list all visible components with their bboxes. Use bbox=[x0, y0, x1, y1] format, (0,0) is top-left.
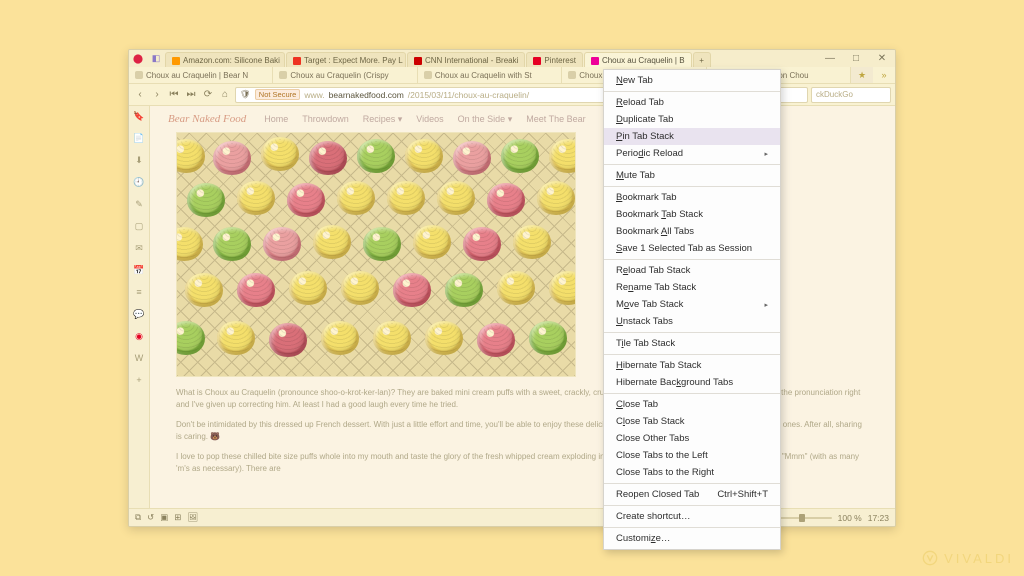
ctx-hibernate-tab-stack[interactable]: Hibernate Tab Stack bbox=[604, 357, 780, 374]
tiling-icon[interactable]: ⊞ bbox=[174, 512, 181, 523]
back-button[interactable]: ‹ bbox=[133, 88, 147, 102]
ctx-close-left[interactable]: Close Tabs to the Left bbox=[604, 447, 780, 464]
new-tab-button[interactable]: + bbox=[693, 52, 711, 67]
ctx-rename-tab-stack[interactable]: Rename Tab Stack bbox=[604, 279, 780, 296]
top-tab-active[interactable]: Choux au Craquelin | B bbox=[584, 52, 692, 67]
sync-icon[interactable]: ↺ bbox=[147, 512, 154, 523]
not-secure-badge: Not Secure bbox=[255, 89, 301, 100]
nav-link[interactable]: Home bbox=[264, 114, 288, 125]
calendar-panel-icon[interactable]: 📅 bbox=[132, 263, 146, 277]
site-nav: Home Throwdown Recipes ▾ Videos On the S… bbox=[264, 114, 585, 125]
nav-link[interactable]: Videos bbox=[416, 114, 443, 125]
window-controls: — □ ✕ bbox=[817, 50, 895, 67]
url-prefix: www. bbox=[304, 90, 324, 100]
webpanel-icon[interactable]: W bbox=[132, 351, 146, 365]
ctx-save-session[interactable]: Save 1 Selected Tab as Session bbox=[604, 240, 780, 257]
minimize-button[interactable]: — bbox=[817, 50, 843, 67]
ctx-move-tab-stack[interactable]: Move Tab Stack▸ bbox=[604, 296, 780, 313]
bookmark-star-icon[interactable]: ★ bbox=[851, 67, 873, 83]
nav-link[interactable]: Throwdown bbox=[302, 114, 349, 125]
search-box[interactable]: ckDuckGo bbox=[811, 87, 891, 103]
vivaldi-watermark: VIVALDI bbox=[922, 550, 1014, 566]
top-tab-row: Amazon.com: Silicone Baki Target : Expec… bbox=[165, 50, 817, 67]
close-button[interactable]: ✕ bbox=[869, 50, 895, 67]
site-logo[interactable]: Bear Naked Food bbox=[168, 113, 246, 125]
extension-icon[interactable]: ◧ bbox=[147, 50, 165, 67]
ctx-hibernate-background[interactable]: Hibernate Background Tabs bbox=[604, 374, 780, 391]
history-panel-icon[interactable]: 🕘 bbox=[132, 175, 146, 189]
image-toggle-icon[interactable]: 🖼 bbox=[187, 512, 198, 523]
ctx-duplicate-tab[interactable]: Duplicate Tab bbox=[604, 111, 780, 128]
page-viewport: Bear Naked Food Home Throwdown Recipes ▾… bbox=[150, 106, 895, 508]
panel-sidebar: 🔖 📄 ⬇ 🕘 ✎ ▢ ✉ 📅 ≡ 💬 ◉ W + bbox=[129, 106, 150, 508]
top-tab[interactable]: Pinterest bbox=[526, 52, 583, 67]
zoom-label: 100 % bbox=[838, 513, 862, 523]
site-header: Bear Naked Food Home Throwdown Recipes ▾… bbox=[150, 106, 895, 132]
ctx-reload-tab[interactable]: Reload Tab bbox=[604, 94, 780, 111]
clock: 17:23 bbox=[868, 513, 889, 523]
ctx-bookmark-tab[interactable]: Bookmark Tab bbox=[604, 189, 780, 206]
ctx-bookmark-tab-stack[interactable]: Bookmark Tab Stack bbox=[604, 206, 780, 223]
add-panel-icon[interactable]: + bbox=[132, 373, 146, 387]
fast-forward-button[interactable]: ⏭ bbox=[184, 88, 198, 102]
webpanel-icon[interactable]: ◉ bbox=[132, 329, 146, 343]
ctx-reopen-closed[interactable]: Reopen Closed TabCtrl+Shift+T bbox=[604, 486, 780, 503]
window-panel-icon[interactable]: ▢ bbox=[132, 219, 146, 233]
notes-panel-icon[interactable]: ✎ bbox=[132, 197, 146, 211]
ctx-create-shortcut[interactable]: Create shortcut… bbox=[604, 508, 780, 525]
maximize-button[interactable]: □ bbox=[843, 50, 869, 67]
reading-list-icon[interactable]: 📄 bbox=[132, 131, 146, 145]
top-tab[interactable]: Target : Expect More. Pay L bbox=[286, 52, 406, 67]
tab-options-icon[interactable]: » bbox=[873, 67, 895, 83]
chat-panel-icon[interactable]: 💬 bbox=[132, 307, 146, 321]
ctx-pin-tab-stack[interactable]: Pin Tab Stack bbox=[604, 128, 780, 145]
nav-link[interactable]: Meet The Bear bbox=[526, 114, 585, 125]
forward-button[interactable]: › bbox=[150, 88, 164, 102]
ctx-bookmark-all-tabs[interactable]: Bookmark All Tabs bbox=[604, 223, 780, 240]
ctx-close-other-tabs[interactable]: Close Other Tabs bbox=[604, 430, 780, 447]
sub-tab[interactable]: Choux au Craquelin with St bbox=[418, 67, 562, 83]
ctx-tile-tab-stack[interactable]: Tile Tab Stack bbox=[604, 335, 780, 352]
tab-context-menu: NNew Tabew Tab Reload Tab Duplicate Tab … bbox=[603, 69, 781, 550]
url-path: /2015/03/11/choux-au-craquelin/ bbox=[408, 90, 529, 100]
ctx-close-tab-stack[interactable]: Close Tab Stack bbox=[604, 413, 780, 430]
nav-link[interactable]: Recipes ▾ bbox=[363, 114, 403, 125]
home-button[interactable]: ⌂ bbox=[218, 88, 232, 102]
rewind-button[interactable]: ⏮ bbox=[167, 88, 181, 102]
reload-button[interactable]: ⟳ bbox=[201, 88, 215, 102]
url-host: bearnakedfood.com bbox=[329, 90, 404, 100]
sub-tab[interactable]: Choux au Craquelin | Bear N bbox=[129, 67, 273, 83]
feeds-panel-icon[interactable]: ≡ bbox=[132, 285, 146, 299]
ctx-reload-tab-stack[interactable]: Reload Tab Stack bbox=[604, 262, 780, 279]
ctx-close-right[interactable]: Close Tabs to the Right bbox=[604, 464, 780, 481]
top-tab[interactable]: CNN International - Breaki bbox=[407, 52, 525, 67]
ctx-unstack-tabs[interactable]: Unstack Tabs bbox=[604, 313, 780, 330]
top-tab[interactable]: Amazon.com: Silicone Baki bbox=[165, 52, 285, 67]
nav-link[interactable]: On the Side ▾ bbox=[458, 114, 513, 125]
shield-icon: 🛡 bbox=[240, 89, 251, 100]
ctx-customize[interactable]: Customize… bbox=[604, 530, 780, 547]
downloads-panel-icon[interactable]: ⬇ bbox=[132, 153, 146, 167]
panel-toggle-icon[interactable]: ⧉ bbox=[135, 512, 141, 523]
titlebar: ◧ Amazon.com: Silicone Baki Target : Exp… bbox=[129, 50, 895, 67]
mail-panel-icon[interactable]: ✉ bbox=[132, 241, 146, 255]
vivaldi-menu-icon[interactable] bbox=[129, 50, 147, 67]
bookmarks-panel-icon[interactable]: 🔖 bbox=[132, 109, 146, 123]
ctx-close-tab[interactable]: Close Tab bbox=[604, 396, 780, 413]
sub-tab[interactable]: Choux au Craquelin (Crispy bbox=[273, 67, 417, 83]
ctx-new-tab[interactable]: NNew Tabew Tab bbox=[604, 72, 780, 89]
ctx-mute-tab[interactable]: Mute Tab bbox=[604, 167, 780, 184]
capture-icon[interactable]: ▣ bbox=[160, 512, 168, 523]
hero-image bbox=[176, 132, 576, 377]
ctx-periodic-reload[interactable]: Periodic Reload▸ bbox=[604, 145, 780, 162]
